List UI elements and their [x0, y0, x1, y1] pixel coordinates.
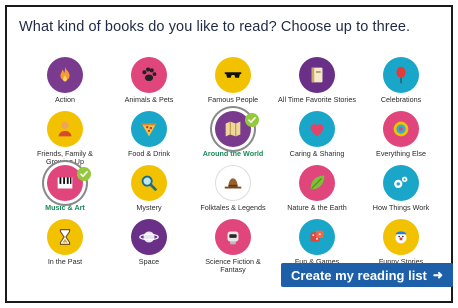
- category-tile-folktales-and-legends[interactable]: Folktales & Legends: [191, 163, 275, 217]
- hat-icon: [215, 165, 251, 201]
- arrow-right-icon: ➜: [432, 268, 443, 282]
- category-tile-all-time-favorite-stories[interactable]: All Time Favorite Stories: [275, 55, 359, 109]
- category-label: Celebrations: [380, 95, 422, 104]
- category-label: Nature & the Earth: [287, 203, 347, 212]
- create-reading-list-label: Create my reading list: [291, 267, 427, 283]
- robot-icon: [215, 219, 251, 255]
- magnifier-icon: [131, 165, 167, 201]
- sunglasses-icon: [215, 57, 251, 93]
- dice-icon: [299, 219, 335, 255]
- checkmark-icon: [77, 167, 91, 181]
- category-label: Famous People: [207, 95, 259, 104]
- book-icon: [299, 57, 335, 93]
- gears-icon: [383, 165, 419, 201]
- category-label: Caring & Sharing: [289, 149, 345, 158]
- page-title: What kind of books do you like to read? …: [19, 19, 411, 35]
- category-label: Space: [138, 257, 160, 266]
- category-tile-nature-and-the-earth[interactable]: Nature & the Earth: [275, 163, 359, 217]
- category-label: Mystery: [136, 203, 162, 212]
- paw-icon: [131, 57, 167, 93]
- category-label: Music & Art: [45, 203, 85, 212]
- people-icon: [47, 111, 83, 147]
- category-label: Everything Else: [376, 149, 426, 158]
- category-tile-mystery[interactable]: Mystery: [107, 163, 191, 217]
- category-picker-panel: What kind of books do you like to read? …: [5, 5, 453, 303]
- category-label: Folktales & Legends: [200, 203, 266, 212]
- category-tile-how-things-work[interactable]: How Things Work: [359, 163, 443, 217]
- balloon-icon: [383, 57, 419, 93]
- category-tile-famous-people[interactable]: Famous People: [191, 55, 275, 109]
- category-tile-food-and-drink[interactable]: Food & Drink: [107, 109, 191, 163]
- hourglass-icon: [47, 219, 83, 255]
- category-tile-animals-and-pets[interactable]: Animals & Pets: [107, 55, 191, 109]
- category-tile-around-the-world[interactable]: Around the World: [191, 109, 275, 163]
- category-label: All Time Favorite Stories: [278, 95, 356, 104]
- checkmark-icon: [245, 113, 259, 127]
- category-tile-music-and-art[interactable]: Music & Art: [23, 163, 107, 217]
- create-reading-list-button[interactable]: Create my reading list ➜: [281, 263, 453, 287]
- planet-icon: [131, 219, 167, 255]
- category-label: Animals & Pets: [124, 95, 174, 104]
- category-tile-caring-and-sharing[interactable]: Caring & Sharing: [275, 109, 359, 163]
- category-tile-everything-else[interactable]: Everything Else: [359, 109, 443, 163]
- clown-icon: [383, 219, 419, 255]
- category-tile-in-the-past[interactable]: In the Past: [23, 217, 107, 271]
- pizza-icon: [131, 111, 167, 147]
- category-label: Food & Drink: [128, 149, 170, 158]
- category-tile-action[interactable]: Action: [23, 55, 107, 109]
- category-label: Action: [55, 95, 75, 104]
- target-icon: [383, 111, 419, 147]
- category-label: Science Fiction & Fantasy: [205, 257, 261, 275]
- flame-icon: [47, 57, 83, 93]
- heart-icon: [299, 111, 335, 147]
- category-tile-celebrations[interactable]: Celebrations: [359, 55, 443, 109]
- category-label: In the Past: [47, 257, 83, 266]
- category-tile-friends-family-and-growing-up[interactable]: Friends, Family & Growing Up: [23, 109, 107, 166]
- leaf-icon: [299, 165, 335, 201]
- category-tile-science-fiction-and-fantasy[interactable]: Science Fiction & Fantasy: [191, 217, 275, 275]
- category-label: Around the World: [202, 149, 264, 158]
- category-grid: Action Animals & Pets Famous People All Tim…: [23, 55, 443, 275]
- category-tile-space[interactable]: Space: [107, 217, 191, 271]
- category-label: How Things Work: [372, 203, 430, 212]
